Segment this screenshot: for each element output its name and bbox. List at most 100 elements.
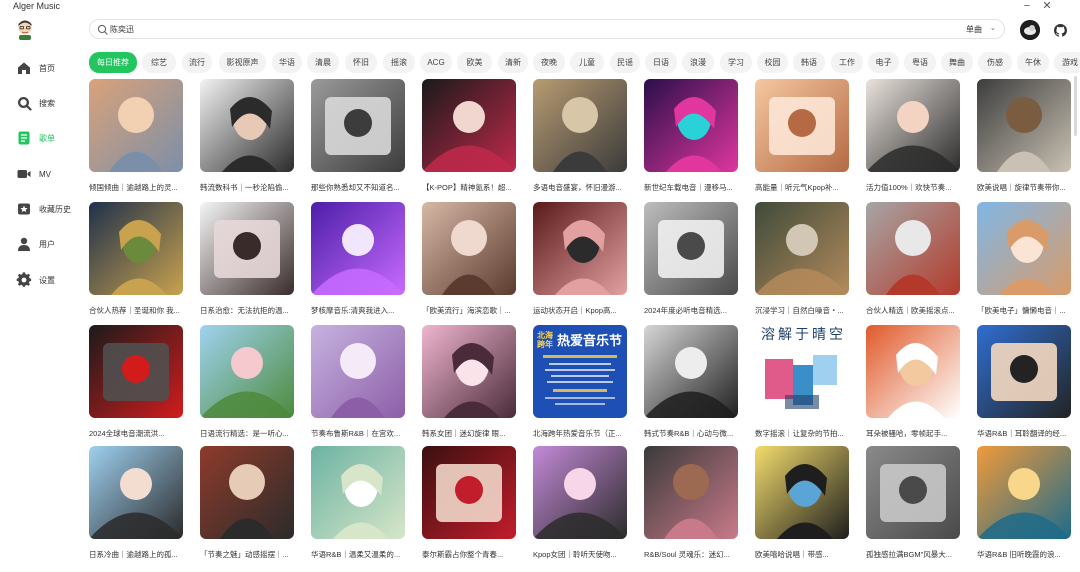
playlist-title[interactable]: 合伙人热荐｜圣诞和你 我...: [89, 305, 183, 316]
playlist-card[interactable]: 2024全球电音潮流洪...: [89, 325, 183, 439]
playlist-card[interactable]: 那些你熟悉却又不知道名...: [311, 79, 405, 193]
playlist-cover[interactable]: [422, 79, 516, 172]
playlist-title[interactable]: 「欧美电子」慵懒电音｜...: [977, 305, 1071, 316]
playlist-cover[interactable]: [644, 325, 738, 418]
playlist-title[interactable]: 多语电音盛宴，怀旧漫游...: [533, 182, 627, 193]
playlist-title[interactable]: 2024年度必听电音精选...: [644, 305, 738, 316]
playlist-card[interactable]: 梦核摩音乐:清爽我进入...: [311, 202, 405, 316]
playlist-title[interactable]: 泰尔斯霸占你整个青春...: [422, 549, 516, 560]
playlist-card[interactable]: 韩式节奏R&B｜心动与微...: [644, 325, 738, 439]
playlist-card[interactable]: 合伙人精选｜欧美摇滚点...: [866, 202, 960, 316]
category-chip[interactable]: 校园: [757, 52, 788, 73]
playlist-card[interactable]: 孤独感拉满BGM"风暴大...: [866, 446, 960, 560]
playlist-cover[interactable]: [200, 446, 294, 539]
category-chip[interactable]: 民谣: [610, 52, 640, 73]
playlist-card[interactable]: 欧美嘻哈说唱｜带感...: [755, 446, 849, 560]
playlist-title[interactable]: 孤独感拉满BGM"风暴大...: [866, 549, 960, 560]
playlist-title[interactable]: 欧美说唱｜旋律节奏带你...: [977, 182, 1071, 193]
category-chip[interactable]: 日语: [645, 52, 677, 73]
category-chip[interactable]: 儿童: [570, 52, 604, 73]
playlist-cover[interactable]: [644, 446, 738, 539]
playlist-card[interactable]: 运动状态开启｜Kpop高...: [533, 202, 627, 316]
playlist-cover[interactable]: [977, 325, 1071, 418]
category-chip[interactable]: ACG: [420, 52, 452, 73]
sidebar-item-user[interactable]: 用户: [16, 234, 80, 254]
playlist-title[interactable]: 梦核摩音乐:清爽我进入...: [311, 305, 405, 316]
playlist-card[interactable]: 华语R&B 旧听晚霞的浪...: [977, 446, 1071, 560]
playlist-cover[interactable]: [977, 79, 1071, 172]
playlist-card[interactable]: 【K-POP】精神氪系！超...: [422, 79, 516, 193]
playlist-card[interactable]: 倾国倾曲｜逾越路上的灵...: [89, 79, 183, 193]
playlist-cover[interactable]: [533, 446, 627, 539]
playlist-card[interactable]: 「欧美流行」海滨恋歌｜...: [422, 202, 516, 316]
playlist-title[interactable]: 华语R&B｜耳聆翻译的经...: [977, 428, 1071, 439]
playlist-title[interactable]: 日语流行精选：是一听心...: [200, 428, 294, 439]
playlist-cover[interactable]: [89, 325, 183, 418]
playlist-cover[interactable]: 溶解于晴空: [755, 325, 849, 418]
sidebar-item-gear[interactable]: 设置: [16, 270, 80, 290]
playlist-title[interactable]: 数字摇滚｜让复杂的节拍...: [755, 428, 849, 439]
sidebar-item-video[interactable]: MV: [16, 164, 80, 184]
playlist-title[interactable]: 沉浸学习｜自然白噪音・...: [755, 305, 849, 316]
playlist-cover[interactable]: [311, 79, 405, 172]
playlist-title[interactable]: R&B/Soul 灵魂乐：迷幻...: [644, 549, 738, 560]
category-chip[interactable]: 舞曲: [941, 52, 973, 73]
playlist-card[interactable]: Kpop女团｜聆听天使吻...: [533, 446, 627, 560]
minimize-button[interactable]: −: [1020, 0, 1034, 12]
playlist-cover[interactable]: 北海 跨年 热爱音乐节: [533, 325, 627, 418]
playlist-card[interactable]: 「节奏之魅」动感摇摆｜...: [200, 446, 294, 560]
playlist-card[interactable]: 欧美说唱｜旋律节奏带你...: [977, 79, 1071, 193]
sidebar-item-search[interactable]: 搜索: [16, 93, 80, 113]
playlist-card[interactable]: 日语流行精选：是一听心...: [200, 325, 294, 439]
search-type-select[interactable]: 单曲: [966, 24, 982, 35]
search-input[interactable]: [110, 22, 930, 37]
sidebar-item-home[interactable]: 首页: [16, 58, 80, 78]
playlist-card[interactable]: 2024年度必听电音精选...: [644, 202, 738, 316]
chevron-down-icon[interactable]: ⌄: [990, 24, 996, 32]
scrollbar[interactable]: [1074, 76, 1077, 136]
category-chip[interactable]: 影视原声: [219, 52, 266, 73]
playlist-cover[interactable]: [866, 325, 960, 418]
playlist-card[interactable]: 耳朵被骚哈，零帧起手...: [866, 325, 960, 439]
playlist-card[interactable]: 泰尔斯霸占你整个青春...: [422, 446, 516, 560]
playlist-card[interactable]: 北海 跨年 热爱音乐节北海跨年热爱音乐节（正...: [533, 325, 627, 439]
playlist-title[interactable]: 2024全球电音潮流洪...: [89, 428, 183, 439]
playlist-card[interactable]: 沉浸学习｜自然白噪音・...: [755, 202, 849, 316]
playlist-title[interactable]: 「欧美流行」海滨恋歌｜...: [422, 305, 516, 316]
user-avatar[interactable]: [1020, 20, 1040, 40]
playlist-card[interactable]: 韩系女团｜迷幻旋律 眼...: [422, 325, 516, 439]
playlist-title[interactable]: 那些你熟悉却又不知道名...: [311, 182, 405, 193]
category-chip[interactable]: 综艺: [142, 52, 176, 73]
github-icon[interactable]: [1054, 24, 1067, 37]
app-logo-avatar[interactable]: [16, 20, 34, 40]
playlist-title[interactable]: 运动状态开启｜Kpop高...: [533, 305, 627, 316]
playlist-title[interactable]: 华语R&B 旧听晚霞的浪...: [977, 549, 1071, 560]
playlist-cover[interactable]: [977, 202, 1071, 295]
playlist-cover[interactable]: [311, 202, 405, 295]
category-chip[interactable]: 学习: [720, 52, 752, 73]
playlist-cover[interactable]: [755, 202, 849, 295]
playlist-title[interactable]: 韩系女团｜迷幻旋律 眼...: [422, 428, 516, 439]
playlist-cover[interactable]: [311, 446, 405, 539]
playlist-cover[interactable]: [89, 79, 183, 172]
playlist-title[interactable]: 欧美嘻哈说唱｜带感...: [755, 549, 849, 560]
playlist-cover[interactable]: [533, 202, 627, 295]
playlist-title[interactable]: 【K-POP】精神氪系！超...: [422, 182, 516, 193]
playlist-cover[interactable]: [866, 79, 960, 172]
playlist-cover[interactable]: [200, 325, 294, 418]
playlist-card[interactable]: 高能量｜听元气Kpop补...: [755, 79, 849, 193]
playlist-cover[interactable]: [311, 325, 405, 418]
playlist-card[interactable]: R&B/Soul 灵魂乐：迷幻...: [644, 446, 738, 560]
playlist-title[interactable]: 华语R&B｜温柔又温柔的...: [311, 549, 405, 560]
category-chip[interactable]: 摇滚: [383, 52, 415, 73]
playlist-cover[interactable]: [89, 202, 183, 295]
playlist-title[interactable]: 高能量｜听元气Kpop补...: [755, 182, 849, 193]
playlist-title[interactable]: 新世纪车载电音｜漫移马...: [644, 182, 738, 193]
playlist-card[interactable]: 合伙人热荐｜圣诞和你 我...: [89, 202, 183, 316]
playlist-cover[interactable]: [422, 325, 516, 418]
playlist-card[interactable]: 节奏布鲁斯R&B｜在宫欢...: [311, 325, 405, 439]
playlist-cover[interactable]: [422, 446, 516, 539]
playlist-cover[interactable]: [644, 202, 738, 295]
playlist-title[interactable]: 北海跨年热爱音乐节（正...: [533, 428, 627, 439]
category-chip[interactable]: 清晨: [307, 52, 339, 73]
